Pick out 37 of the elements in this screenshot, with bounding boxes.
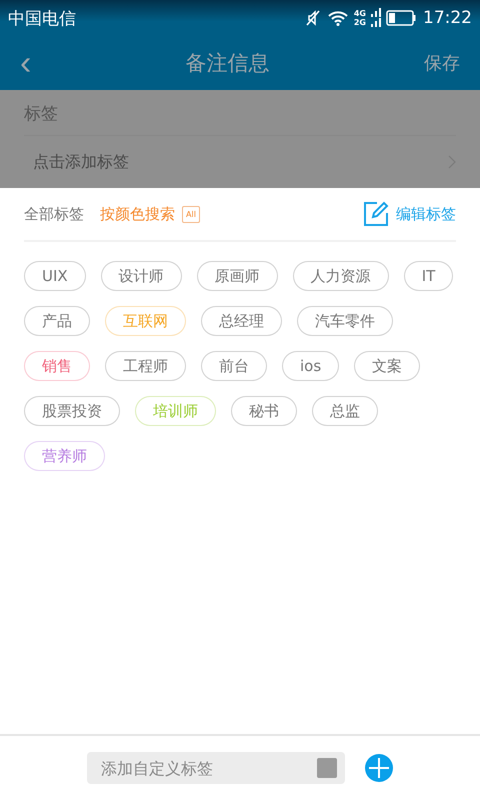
tag-chip[interactable]: 营养师 xyxy=(24,441,105,471)
tag-chip[interactable]: 工程师 xyxy=(105,351,186,381)
add-icon[interactable] xyxy=(365,754,393,782)
mute-icon xyxy=(304,9,322,27)
all-tags-label: 全部标签 xyxy=(24,204,84,224)
signal-icon xyxy=(371,8,381,28)
wifi-icon xyxy=(326,10,349,26)
clock-time: 17:22 xyxy=(423,8,472,28)
battery-icon xyxy=(386,10,416,26)
tag-chip[interactable]: 销售 xyxy=(24,351,90,381)
tag-chip[interactable]: 汽车零件 xyxy=(297,306,393,336)
section-label: 标签 xyxy=(24,90,456,136)
network-label: 2G xyxy=(354,18,366,27)
save-button[interactable]: 保存 xyxy=(424,51,460,75)
tag-chip[interactable]: 秘书 xyxy=(231,396,297,426)
network-label: 4G xyxy=(354,9,366,18)
tag-chip[interactable]: IT xyxy=(404,261,454,291)
tag-chip[interactable]: 总经理 xyxy=(201,306,282,336)
tag-chip[interactable]: 设计师 xyxy=(100,261,182,291)
tag-chip[interactable]: 人力资源 xyxy=(292,261,389,291)
tag-chip[interactable]: 总监 xyxy=(312,396,378,426)
tag-chip[interactable]: 股票投资 xyxy=(24,396,120,426)
tag-chip[interactable]: 前台 xyxy=(201,351,267,381)
edit-icon[interactable] xyxy=(363,201,389,227)
page-title: 备注信息 xyxy=(184,50,271,77)
edit-tags-link[interactable]: 编辑标签 xyxy=(396,204,456,224)
all-badge[interactable]: All xyxy=(182,206,200,222)
custom-tag-field[interactable]: 添加自定义标签 xyxy=(87,752,345,784)
back-button[interactable]: ‹ xyxy=(20,46,32,80)
add-tag-row[interactable]: 点击添加标签 xyxy=(24,136,456,188)
tag-chip[interactable]: 文案 xyxy=(354,351,420,381)
tag-chip[interactable]: 原画师 xyxy=(196,261,278,291)
color-search-link[interactable]: 按颜色搜索 xyxy=(100,204,175,224)
carrier-name: 中国电信 xyxy=(8,8,76,30)
tag-chip[interactable]: ios xyxy=(282,351,340,381)
tag-chip[interactable]: 产品 xyxy=(24,306,90,336)
tag-chip[interactable]: UIX xyxy=(24,261,86,291)
